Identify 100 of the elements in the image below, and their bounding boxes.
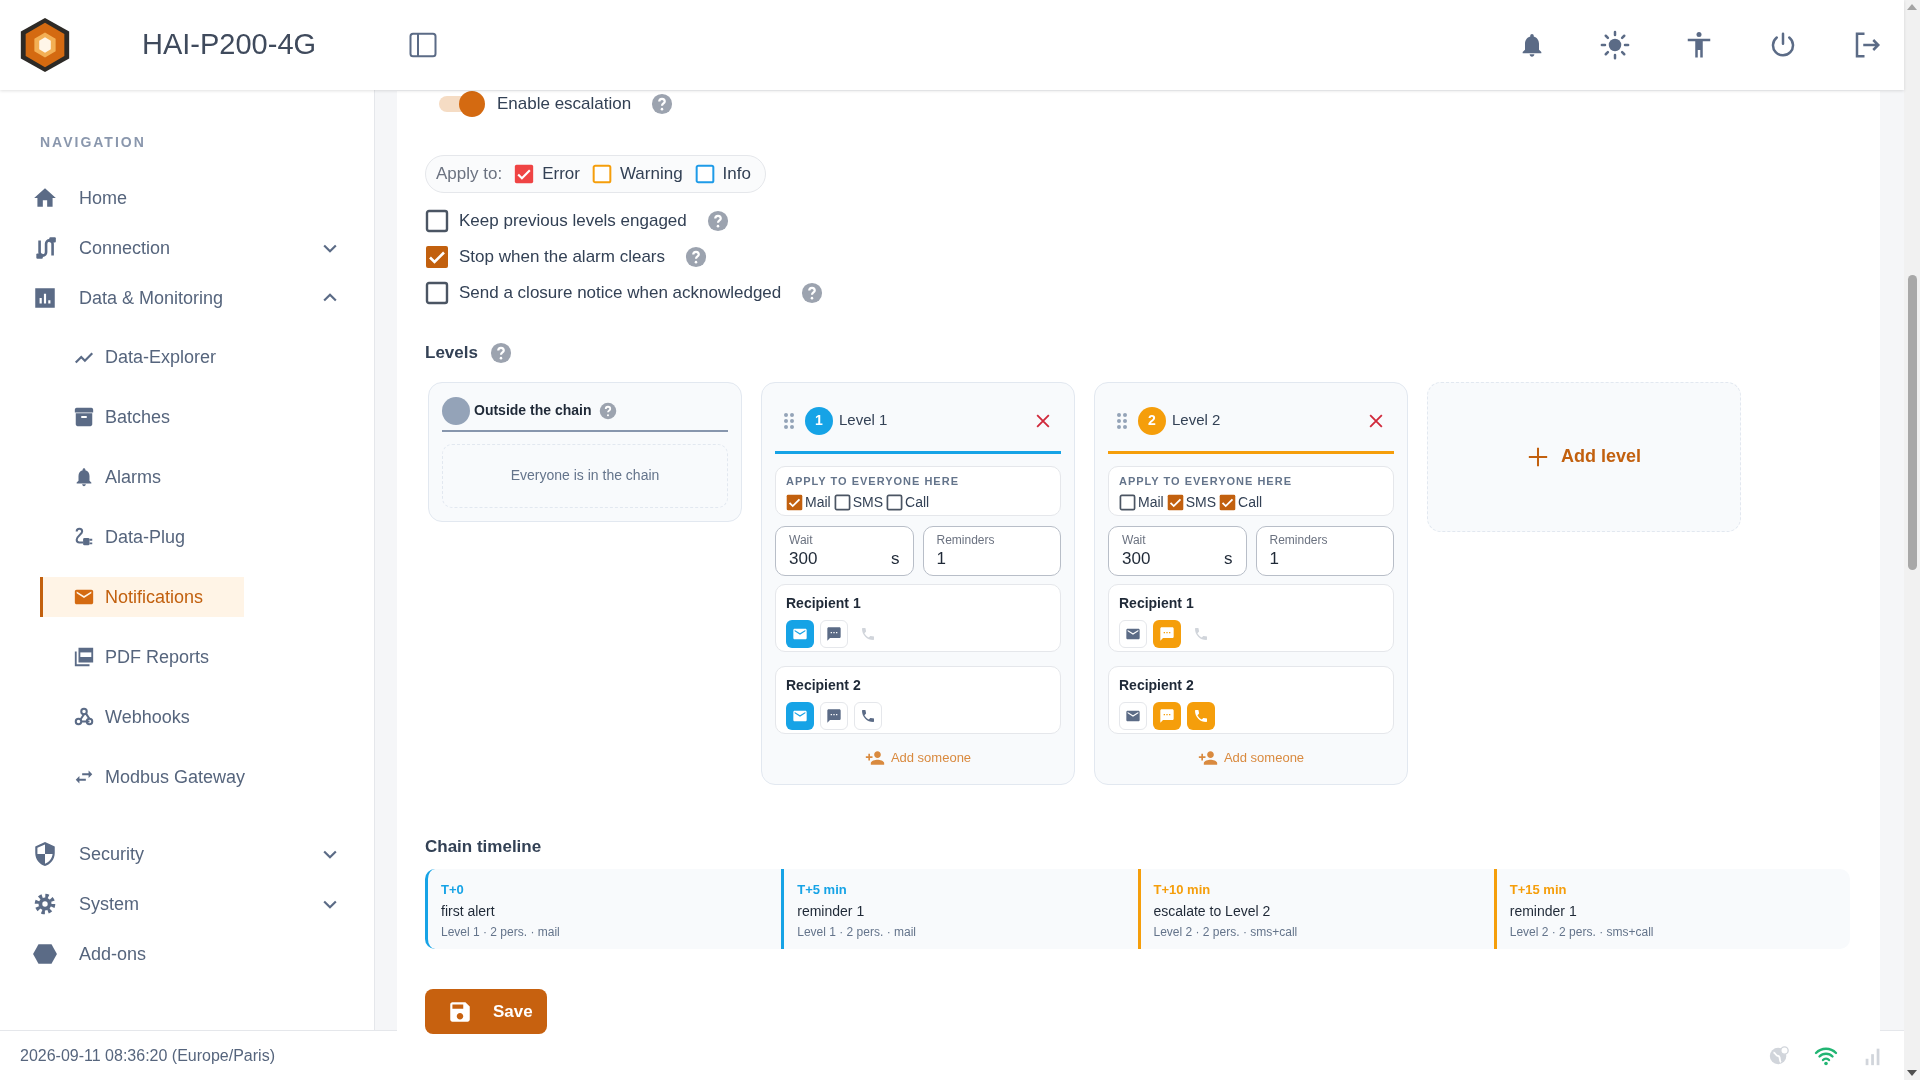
sms-toggle[interactable]: [820, 701, 848, 730]
checkbox-label: Error: [542, 163, 580, 186]
call-toggle[interactable]: [1187, 701, 1215, 730]
mail-toggle[interactable]: [786, 701, 814, 730]
recipient-name: Recipient 2: [786, 675, 861, 695]
event-title: reminder 1: [1509, 901, 1577, 921]
mail-toggle[interactable]: [786, 619, 814, 648]
help-icon[interactable]: [685, 246, 707, 268]
event-detail: Level 2 · 2 pers. · sms+call: [1153, 923, 1298, 941]
level-title: Level 2: [1172, 410, 1221, 431]
plus-icon: [1527, 445, 1549, 468]
drag-handle-icon[interactable]: [1116, 410, 1128, 431]
reminders-field[interactable]: Reminders 1: [922, 525, 1061, 576]
timestamp: 2026-09-11 08:36:20 (Europe/Paris): [20, 1045, 275, 1066]
gear-icon: [32, 891, 58, 917]
event-title: first alert: [441, 901, 495, 921]
nav-item[interactable]: System: [30, 879, 344, 929]
phone-icon: [860, 625, 876, 642]
checkbox[interactable]: [1119, 494, 1136, 511]
checkbox[interactable]: [786, 494, 803, 511]
checkbox[interactable]: [514, 164, 535, 184]
nav-subitem[interactable]: Notifications: [40, 577, 244, 617]
checkbox[interactable]: [886, 494, 903, 511]
call-toggle[interactable]: [854, 701, 882, 730]
sidebar-toggle-icon[interactable]: [408, 30, 439, 60]
event-detail: Level 1 · 2 pers. · mail: [797, 923, 916, 941]
checkbox-label: Call: [1238, 493, 1263, 512]
event-time: T+15 min: [1509, 881, 1567, 899]
event-title: escalate to Level 2: [1153, 901, 1271, 921]
nav-subitem[interactable]: Webhooks: [40, 697, 280, 737]
wait-field[interactable]: Wait 300 s: [775, 525, 914, 576]
hexagon-icon: [32, 941, 58, 967]
webhook-icon: [73, 706, 95, 728]
level-badge: 2: [1138, 406, 1166, 435]
event-time: T+5 min: [797, 881, 847, 899]
event-detail: Level 1 · 2 pers. · mail: [441, 923, 560, 941]
nav-item[interactable]: Connection: [30, 223, 344, 273]
event-time: T+10 min: [1153, 881, 1211, 899]
panel-heading: APPLY TO EVERYONE HERE: [1119, 473, 1292, 489]
checkbox[interactable]: [425, 245, 449, 269]
pdf-file-icon: [73, 646, 95, 668]
checkbox[interactable]: [694, 164, 715, 184]
reminders-field[interactable]: Reminders 1: [1255, 525, 1394, 576]
event-detail: Level 2 · 2 pers. · sms+call: [1509, 923, 1654, 941]
checkbox-label: Info: [722, 163, 751, 186]
sms-toggle[interactable]: [1153, 619, 1181, 648]
scrollbar[interactable]: [1904, 0, 1920, 1080]
card-title: Outside the chain: [474, 401, 592, 420]
nav-subitem[interactable]: PDF Reports: [40, 637, 280, 677]
checkbox[interactable]: [1166, 494, 1184, 511]
checkbox-label: Mail: [805, 493, 831, 512]
level-title: Level 1: [839, 410, 888, 431]
plug-icon: [73, 526, 95, 548]
checkbox-label: Keep previous levels engaged: [459, 210, 687, 233]
help-icon[interactable]: [489, 341, 512, 364]
checkbox[interactable]: [1219, 494, 1236, 511]
nav-subitem[interactable]: Data-Plug: [40, 517, 280, 557]
section-heading: Chain timeline: [425, 835, 542, 858]
checkbox-label: Stop when the alarm clears: [459, 246, 665, 269]
nav-item[interactable]: Data & Monitoring: [30, 273, 344, 323]
checkbox[interactable]: [833, 494, 851, 511]
checkbox[interactable]: [425, 209, 449, 233]
phone-icon: [1193, 707, 1209, 724]
toggle-switch[interactable]: [439, 91, 485, 117]
nav-subitem[interactable]: Batches: [40, 397, 280, 437]
recipient-name: Recipient 2: [1119, 675, 1194, 695]
device-title: HAI-P200-4G: [142, 27, 317, 63]
nav-subitem[interactable]: Data-Explorer: [40, 337, 280, 377]
mail-toggle[interactable]: [1119, 701, 1147, 730]
nav-heading: NAVIGATION: [40, 133, 147, 152]
nav-item[interactable]: Security: [30, 829, 344, 879]
help-icon[interactable]: [651, 93, 674, 115]
checkbox-label: Warning: [619, 163, 683, 186]
checkbox[interactable]: [425, 281, 449, 305]
brightness-icon[interactable]: [1600, 30, 1630, 60]
nav-subitem[interactable]: Modbus Gateway: [40, 757, 280, 797]
chat-bubble-icon: [826, 707, 842, 724]
help-icon[interactable]: [599, 401, 618, 420]
checkbox[interactable]: [591, 164, 612, 184]
mail-toggle[interactable]: [1119, 619, 1147, 648]
nav-item[interactable]: Add-ons: [30, 929, 344, 979]
recipient-name: Recipient 1: [786, 593, 861, 613]
sms-toggle[interactable]: [820, 619, 848, 648]
chat-bubble-icon: [826, 625, 842, 642]
section-heading: Levels: [425, 342, 478, 364]
archive-box-icon: [73, 406, 95, 428]
checkbox-label: Mail: [1138, 493, 1164, 512]
help-icon[interactable]: [706, 210, 729, 232]
wait-field[interactable]: Wait 300 s: [1108, 525, 1247, 576]
save-button[interactable]: Save: [425, 989, 547, 1034]
add-level-button[interactable]: Add level: [1427, 381, 1741, 532]
drag-handle-icon[interactable]: [783, 410, 795, 431]
nav-item[interactable]: Home: [30, 173, 344, 223]
sms-toggle[interactable]: [1153, 701, 1181, 730]
checkbox-label: Call: [905, 493, 930, 512]
checkbox-label: Send a closure notice when acknowledged: [459, 282, 782, 305]
bar-chart-icon: [32, 285, 58, 311]
checkbox-label: SMS: [1185, 493, 1216, 512]
help-icon[interactable]: [801, 282, 824, 304]
nav-subitem[interactable]: Alarms: [40, 457, 280, 497]
